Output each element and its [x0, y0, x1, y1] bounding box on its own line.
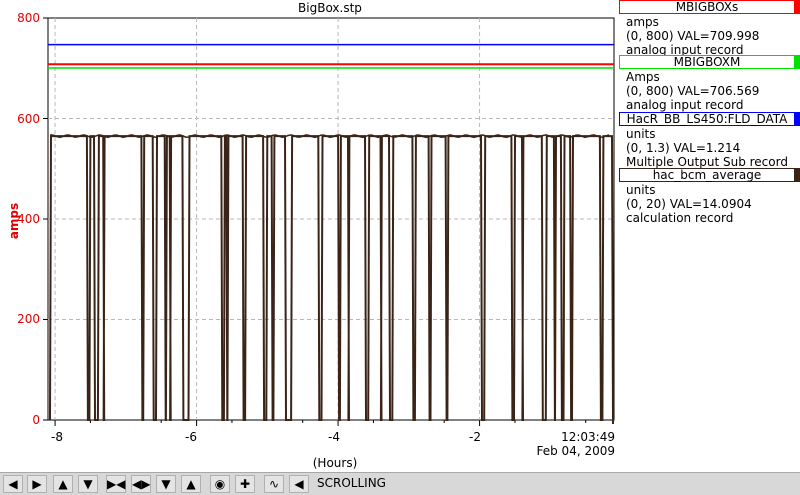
legend-units: amps: [626, 15, 659, 29]
legend-entry-hac-bcm-average[interactable]: hac_bcm_average units (0, 20) VAL=14.090…: [619, 168, 800, 225]
autoscale-icon[interactable]: ◉: [210, 475, 230, 493]
legend-record-type: calculation record: [626, 211, 734, 225]
scroll-mode-status: SCROLLING: [317, 476, 386, 490]
toolbar: ◀ ▶ ▲ ▼ ▶◀ ◀▶ ▼ ▲ ◉ ✚ ∿ ◀ SCROLLING: [0, 472, 800, 495]
legend-units: Amps: [626, 70, 660, 84]
zoom-in-y-icon[interactable]: ▼: [156, 475, 176, 493]
legend-name-box[interactable]: MBIGBOXM: [619, 55, 800, 69]
legend-name-box[interactable]: hac_bcm_average: [619, 168, 800, 182]
legend-value: (0, 800) VAL=709.998: [626, 29, 760, 43]
legend-record-type: analog input record: [626, 98, 744, 112]
legend-units: units: [626, 183, 656, 197]
pan-icon[interactable]: ◀: [289, 475, 309, 493]
legend-value: (0, 1.3) VAL=1.214: [626, 141, 741, 155]
arrow-down-icon[interactable]: ▼: [78, 475, 98, 493]
legend-value: (0, 20) VAL=14.0904: [626, 197, 752, 211]
crosshair-icon[interactable]: ✚: [235, 475, 255, 493]
zoom-out-y-icon[interactable]: ▲: [181, 475, 201, 493]
legend-record-type: Multiple Output Sub record: [626, 155, 788, 169]
zoom-in-x-icon[interactable]: ▶◀: [106, 475, 126, 493]
arrow-up-icon[interactable]: ▲: [53, 475, 73, 493]
legend-entry-fld-data[interactable]: HacR_BB_LS450:FLD_DATA units (0, 1.3) VA…: [619, 112, 800, 169]
arrow-right-icon[interactable]: ▶: [27, 475, 47, 493]
legend-name-box[interactable]: MBIGBOXs: [619, 0, 800, 14]
zoom-out-x-icon[interactable]: ◀▶: [131, 475, 151, 493]
legend-units: units: [626, 127, 656, 141]
legend-value: (0, 800) VAL=706.569: [626, 84, 760, 98]
legend-entry-mbigboxs[interactable]: MBIGBOXs amps (0, 800) VAL=709.998 analo…: [619, 0, 800, 57]
plot-area[interactable]: [0, 0, 620, 472]
scroll-icon[interactable]: ∿: [264, 475, 284, 493]
legend-name-box[interactable]: HacR_BB_LS450:FLD_DATA: [619, 112, 800, 126]
arrow-left-icon[interactable]: ◀: [3, 475, 23, 493]
legend-entry-mbigboxm[interactable]: MBIGBOXM Amps (0, 800) VAL=706.569 analo…: [619, 55, 800, 112]
